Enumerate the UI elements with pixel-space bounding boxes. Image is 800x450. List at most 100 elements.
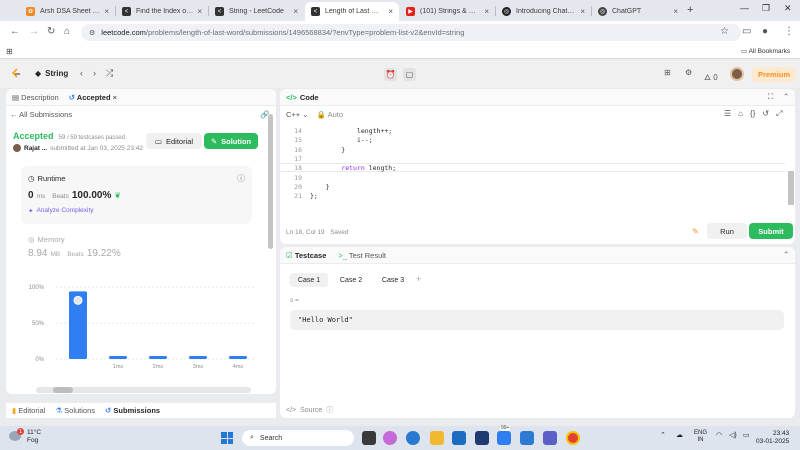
user-avatar[interactable] [730,67,744,81]
prev-problem-icon[interactable]: ‹ [80,68,83,79]
news-app-icon[interactable] [475,431,489,445]
source-link[interactable]: </> Source ⓘ [286,405,333,415]
streak[interactable]: 🜂 0 [704,68,718,85]
browser-tab-1[interactable]: < Find the Index of the × [116,2,208,21]
close-icon[interactable]: × [197,7,202,16]
expand-icon[interactable]: ⛶ [768,92,773,102]
next-problem-icon[interactable]: › [93,68,96,79]
outlook-icon[interactable] [452,431,466,445]
language-indicator[interactable]: ENG IN [694,430,707,444]
collapse-chevron-icon[interactable]: ⌃ [783,250,789,259]
site-info-icon[interactable]: ⚙ [89,29,95,37]
browser-tab-4[interactable]: ▶ (101) Strings & Char × [400,2,495,21]
notes-icon[interactable]: ▢ [403,68,416,81]
shuffle-icon[interactable]: ⤮ [106,68,113,79]
language-select[interactable]: C++ ⌄ [286,110,309,119]
file-explorer-icon[interactable] [430,431,444,445]
browser-tab-0[interactable]: ✿ Arsh DSA Sheet | Pra × [20,2,115,21]
premium-button[interactable]: Premium [752,67,796,82]
collapse-chevron-icon[interactable]: ⌃ [783,92,789,101]
help-icon[interactable]: ⓘ [326,405,333,415]
settings-gear-icon[interactable]: ⚙ [685,68,692,77]
layout-icon[interactable]: ⊞ [664,68,671,77]
user-avatar[interactable] [13,144,21,152]
copilot-icon[interactable] [383,431,397,445]
edge-icon[interactable] [406,431,420,445]
all-bookmarks[interactable]: ▭ All Bookmarks [741,47,790,55]
runtime-bar[interactable] [229,356,247,359]
info-icon[interactable]: ⓘ [237,173,245,184]
code-line[interactable]: }; [310,192,318,200]
runtime-card[interactable]: ◷ Runtime ⓘ 0 ms Beats 100.00% ❦ ✦ Analy… [21,166,252,224]
task-view-icon[interactable] [362,431,376,445]
problem-list[interactable]: ◆ String [35,69,68,78]
tab-testcase[interactable]: ☑ Testcase [286,251,326,260]
browser-tab-6[interactable]: ◎ ChatGPT × [592,2,684,21]
close-icon[interactable]: × [104,7,109,16]
store-icon[interactable]: 99+ [497,425,511,445]
new-tab-button[interactable]: + [687,4,693,16]
home-icon[interactable]: ⌂ [64,26,70,37]
wifi-icon[interactable]: ◠ [716,431,722,439]
case-tab-2[interactable]: Case 2 [332,273,370,287]
chrome-icon[interactable] [566,431,580,445]
memory-section[interactable]: ◎ Memory [28,235,65,244]
tab-solutions[interactable]: ⚗ Solutions [55,406,95,415]
fullscreen-icon[interactable]: ⤢ [776,109,782,119]
run-button[interactable]: Run [707,223,747,239]
case-tab-3[interactable]: Case 3 [374,273,412,287]
menu-kebab-icon[interactable]: ⋮ [784,26,794,37]
analyze-complexity-link[interactable]: ✦ Analyze Complexity [28,207,94,215]
back-icon[interactable]: ← [10,26,20,37]
address-bar[interactable]: ⚙ leetcode.com/problems/length-of-last-w… [81,24,741,41]
code-line[interactable]: i--; [310,136,373,144]
browser-tab-3[interactable]: < Length of Last Word × [305,2,399,21]
close-window-icon[interactable]: ✕ [784,3,792,14]
runtime-bar[interactable] [149,356,167,359]
apps-grid-icon[interactable]: ⊞ [6,47,13,56]
case-tab-1[interactable]: Case 1 [290,273,328,287]
autocomplete-icon[interactable]: ✎ [692,227,699,236]
solution-button[interactable]: ✎ Solution [204,133,258,149]
tab-test-result[interactable]: >_ Test Result [338,251,386,260]
taskbar-search[interactable]: ⌕ Search [242,430,354,446]
restore-icon[interactable]: ❐ [762,3,770,14]
close-icon[interactable]: × [113,93,117,102]
format-icon[interactable]: ☰ [724,109,731,119]
panel-scrollbar[interactable] [268,114,273,249]
chevron-up-icon[interactable]: ⌃ [660,431,666,439]
forward-icon[interactable]: → [29,26,39,37]
bookmark-icon[interactable]: ⌂ [738,109,743,119]
code-line[interactable]: } [310,183,330,191]
leetcode-logo-icon[interactable] [11,68,21,80]
code-line[interactable]: } [310,146,345,154]
minimize-icon[interactable]: — [740,3,749,13]
tab-editorial[interactable]: ▮ Editorial [12,406,45,415]
vscode-icon[interactable] [520,431,534,445]
close-icon[interactable]: × [293,7,298,16]
close-icon[interactable]: × [673,7,678,16]
testcase-input[interactable]: "Hello World" [290,310,784,330]
close-icon[interactable]: × [580,7,585,16]
teams-icon[interactable] [543,431,557,445]
editor-scrollbar[interactable] [788,171,794,205]
widget-tray-icon[interactable]: ☁ [676,431,683,439]
close-icon[interactable]: × [388,7,393,16]
tab-accepted[interactable]: ↺ Accepted × [69,93,117,102]
chart-scrollbar[interactable] [36,387,251,393]
browser-tab-2[interactable]: < String - LeetCode × [209,2,304,21]
debugger-icon[interactable]: ⏰ [384,68,397,81]
user-name[interactable]: Rajat ... [24,145,47,152]
bookmark-star-icon[interactable]: ☆ [720,26,729,37]
extensions-icon[interactable]: ▭ [742,26,751,37]
profile-icon[interactable]: ● [762,26,768,37]
braces-icon[interactable]: {} [750,109,755,119]
code-line[interactable]: length++; [310,127,392,135]
reload-icon[interactable]: ↻ [47,26,55,37]
windows-start-icon[interactable] [221,432,233,444]
runtime-bar[interactable] [189,356,207,359]
all-submissions-link[interactable]: ← All Submissions [10,110,72,119]
close-icon[interactable]: × [484,7,489,16]
reset-icon[interactable]: ↺ [762,109,769,119]
code-line[interactable]: return length; [310,164,396,172]
